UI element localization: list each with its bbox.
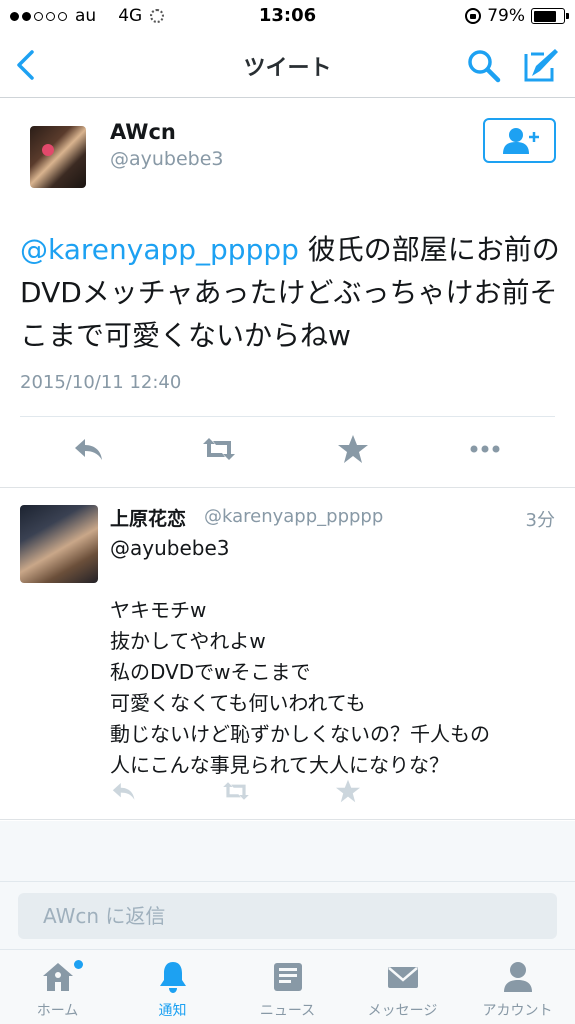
tab-label: メッセージ	[367, 1003, 438, 1019]
user-handle[interactable]: @ayubebe3	[110, 148, 224, 170]
tweet-text: @karenyapp_ppppp 彼氏の部屋にお前のDVDメッチャあったけどぶっ…	[20, 228, 565, 357]
search-icon[interactable]	[466, 48, 502, 84]
tab-label: ニュース	[259, 1003, 316, 1019]
reply-display-name[interactable]: 上原花恋	[110, 504, 186, 531]
tab-home[interactable]: ホーム	[0, 950, 115, 1024]
reply-icon[interactable]	[72, 434, 106, 464]
tab-notifications[interactable]: 通知	[115, 950, 230, 1024]
add-user-icon	[502, 127, 539, 154]
tab-label: ホーム	[36, 1003, 79, 1019]
tab-label: 通知	[158, 1003, 187, 1019]
compose-tweet-icon[interactable]	[522, 46, 560, 84]
favorite-star-icon[interactable]	[336, 434, 370, 464]
status-bar: au 4G 13:06 79%	[0, 0, 575, 34]
tab-bar: ホーム 通知 ニュース メッセージ アカウント	[0, 949, 575, 1024]
reply-handle[interactable]: @karenyapp_ppppp	[204, 506, 383, 527]
reply-text: @ayubebe3 ヤキモチw 抜かしてやれよw 私のDVDでwそこまで 可愛く…	[110, 536, 490, 777]
reply-input[interactable]	[18, 893, 557, 939]
tweet-actions	[0, 434, 575, 468]
reply-bar	[0, 881, 575, 949]
tab-account[interactable]: アカウント	[460, 950, 575, 1024]
envelope-icon	[387, 967, 418, 988]
reply-timestamp: 3分	[525, 510, 555, 531]
avatar[interactable]	[20, 505, 98, 583]
tab-news[interactable]: ニュース	[230, 950, 345, 1024]
user-display-name[interactable]: AWcn	[110, 120, 176, 144]
reply-tweet[interactable]: 上原花恋 @karenyapp_ppppp 3分 @ayubebe3 ヤキモチw…	[0, 488, 575, 820]
home-icon	[42, 963, 73, 991]
bell-icon	[159, 962, 186, 993]
divider	[20, 416, 555, 417]
tweet-timestamp: 2015/10/11 12:40	[20, 372, 182, 393]
navigation-bar: ツイート	[0, 34, 575, 98]
tab-label: アカウント	[482, 1003, 553, 1019]
reply-icon[interactable]	[110, 779, 138, 803]
person-icon	[503, 962, 532, 992]
home-notification-dot	[74, 960, 83, 969]
battery-icon	[531, 8, 569, 24]
battery-percent: 79%	[487, 6, 525, 26]
main-tweet: AWcn @ayubebe3 @karenyapp_ppppp 彼氏の部屋にお前…	[0, 98, 575, 488]
more-options-icon[interactable]	[468, 434, 502, 464]
retweet-icon[interactable]	[222, 779, 250, 803]
empty-area	[0, 821, 575, 881]
favorite-star-icon[interactable]	[334, 779, 362, 803]
news-icon	[273, 963, 302, 991]
retweet-icon[interactable]	[202, 434, 236, 464]
avatar[interactable]	[30, 126, 86, 188]
status-bar-right: 79%	[465, 6, 569, 26]
rotation-lock-icon	[465, 8, 482, 24]
reply-actions	[0, 779, 575, 803]
mention-link[interactable]: @karenyapp_ppppp	[20, 233, 299, 266]
follow-button[interactable]	[483, 118, 556, 163]
tab-messages[interactable]: メッセージ	[345, 950, 460, 1024]
